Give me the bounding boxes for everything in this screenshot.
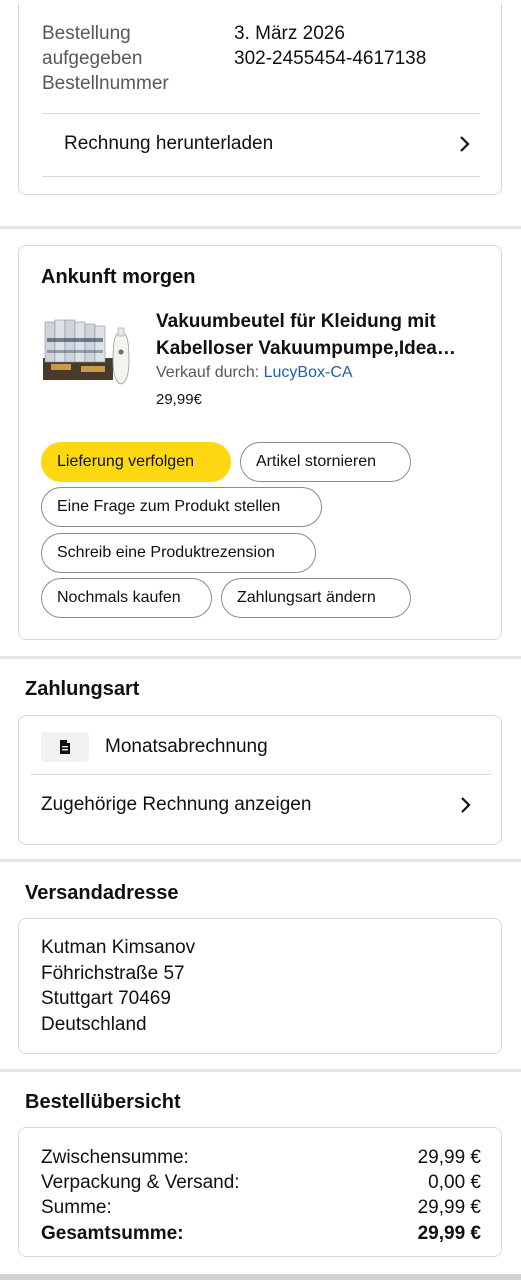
buy-again-button[interactable]: Nochmals kaufen (41, 578, 212, 618)
order-number-label: Bestellnummer (42, 73, 169, 94)
chevron-right-icon (451, 790, 481, 820)
seller-link[interactable]: LucyBox-CA (264, 364, 353, 381)
total-value: 29,99 € (417, 1223, 481, 1244)
chevron-right-icon (450, 129, 480, 159)
summary-heading: Bestellübersicht (25, 1091, 181, 1113)
ask-question-button[interactable]: Eine Frage zum Produkt stellen (41, 487, 322, 527)
change-payment-button[interactable]: Zahlungsart ändern (221, 578, 411, 618)
payment-method-label: Monatsabrechnung (105, 736, 268, 757)
cancel-item-button[interactable]: Artikel stornieren (240, 442, 411, 482)
write-review-button[interactable]: Schreib eine Produktrezension (41, 533, 316, 573)
shipping-cost-value: 0,00 € (428, 1172, 481, 1193)
subtotal-label: Zwischensumme: (41, 1147, 189, 1168)
document-icon (41, 732, 89, 762)
section-divider (0, 1069, 521, 1072)
shipping-address: Kutman Kimsanov Föhrichstraße 57 Stuttga… (41, 935, 195, 1037)
section-divider (0, 226, 521, 229)
seller-prefix: Verkauf durch: (156, 364, 260, 381)
order-date-label: Bestellung (42, 23, 131, 44)
arrival-heading: Ankunft morgen (41, 266, 196, 288)
download-invoice-label: Rechnung herunterladen (64, 133, 274, 154)
order-summary-card: Zwischensumme: 29,99 € Verpackung & Vers… (18, 1127, 502, 1257)
view-invoice-row[interactable]: Zugehörige Rechnung anzeigen (41, 774, 481, 836)
order-number-value: 302-2455454-4617138 (234, 48, 427, 69)
shipping-address-card: Kutman Kimsanov Föhrichstraße 57 Stuttga… (18, 918, 502, 1054)
product-title-line-2: Kabelloser Vakuumpumpe,Idea… (156, 338, 456, 359)
track-delivery-button[interactable]: Lieferung verfolgen (41, 442, 231, 482)
summary-row-subtotal: Zwischensumme: 29,99 € (41, 1147, 481, 1169)
product-image[interactable] (41, 308, 133, 396)
payment-card: Monatsabrechnung Zugehörige Rechnung anz… (18, 715, 502, 845)
address-street: Föhrichstraße 57 (41, 962, 185, 984)
summary-row-shipping: Verpackung & Versand: 0,00 € (41, 1172, 481, 1194)
address-name: Kutman Kimsanov (41, 937, 196, 958)
order-date-value: 3. März 2026 (234, 23, 345, 44)
summary-row-total: Gesamtsumme: 29,99 € (41, 1223, 481, 1245)
delivery-card: Ankunft morgen Vakuumbeutel für Kleidung… (18, 245, 502, 640)
section-divider (0, 1274, 521, 1280)
view-invoice-label: Zugehörige Rechnung anzeigen (41, 794, 312, 815)
shipping-heading: Versandadresse (25, 882, 179, 904)
subtotal-value: 29,99 € (417, 1147, 481, 1168)
section-divider (0, 859, 521, 862)
order-info-labels: Bestellung aufgegeben Bestellnummer (42, 21, 169, 96)
address-country: Deutschland (41, 1013, 147, 1035)
sum-label: Summe: (41, 1197, 112, 1218)
payment-heading: Zahlungsart (25, 678, 140, 700)
sum-value: 29,99 € (417, 1197, 481, 1218)
seller-info: Verkauf durch: LucyBox-CA (156, 364, 353, 382)
divider-line (42, 176, 480, 177)
shipping-cost-label: Verpackung & Versand: (41, 1172, 240, 1193)
total-label: Gesamtsumme: (41, 1223, 184, 1244)
order-info-values: 3. März 2026 302-2455454-4617138 (234, 21, 426, 71)
download-invoice-row[interactable]: Rechnung herunterladen (42, 113, 480, 175)
order-date-label-2: aufgegeben (42, 48, 143, 69)
product-price: 29,99€ (156, 391, 202, 408)
order-info-card: Bestellung aufgegeben Bestellnummer 3. M… (18, 3, 502, 195)
section-divider (0, 656, 521, 659)
summary-row-sum: Summe: 29,99 € (41, 1197, 481, 1219)
product-title-line-1: Vakuumbeutel für Kleidung mit (156, 311, 436, 332)
address-city: Stuttgart 70469 (41, 988, 171, 1009)
product-title-link[interactable]: Vakuumbeutel für Kleidung mit Kabelloser… (156, 308, 486, 362)
